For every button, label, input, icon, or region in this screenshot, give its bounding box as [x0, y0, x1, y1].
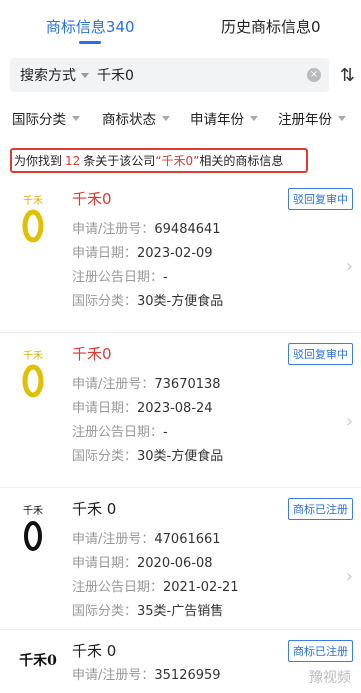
trademark-details: 申请/注册号：73670138 申请日期：2023-08-24 注册公告日期：-… — [72, 373, 223, 469]
intl-class: 30类-方便食品 — [137, 449, 224, 464]
reg-label: 申请/注册号： — [72, 222, 155, 237]
banner-keyword: “千禾0” — [155, 154, 200, 168]
chevron-down-icon — [162, 115, 170, 121]
status-badge: 驳回复审中 — [288, 188, 353, 210]
app-date: 2023-02-09 — [137, 246, 213, 261]
trademark-logo: 千禾 — [8, 190, 58, 246]
reg-number: 73670138 — [154, 377, 221, 392]
class-label: 国际分类： — [72, 294, 138, 309]
trademark-details: 申请/注册号：35126959 — [72, 664, 221, 688]
pub-date: - — [163, 270, 168, 285]
trademark-name: 千禾 0 — [72, 642, 117, 660]
reg-number: 47061661 — [154, 532, 221, 547]
filter-bar: 国际分类 商标状态 申请年份 注册年份 — [0, 100, 361, 136]
trademark-name: 千禾0 — [72, 190, 112, 208]
app-date: 2023-08-24 — [137, 401, 213, 416]
search-row: 搜索方式 千禾0 × ⇅ — [10, 56, 355, 94]
trademark-details: 申请/注册号：47061661 申请日期：2020-06-08 注册公告日期：2… — [72, 528, 239, 624]
trademark-logo: 千禾0 — [8, 650, 68, 693]
clear-icon[interactable]: × — [307, 68, 321, 82]
pub-date-label: 注册公告日期： — [72, 270, 164, 285]
search-input[interactable]: 搜索方式 千禾0 × — [10, 58, 329, 92]
chevron-down-icon — [250, 115, 258, 121]
chevron-right-icon: › — [345, 566, 353, 587]
svg-text:千禾: 千禾 — [23, 350, 43, 362]
chevron-down-icon — [338, 115, 346, 121]
tab-label: 历史商标信息0 — [220, 17, 321, 36]
filter-international-class[interactable]: 国际分类 — [12, 108, 80, 128]
search-value: 千禾0 — [97, 68, 134, 84]
svg-text:千禾: 千禾 — [23, 195, 43, 207]
trademark-card[interactable]: 千禾 千禾0 驳回复审中 申请/注册号：73670138 申请日期：2023-0… — [0, 333, 361, 488]
chevron-right-icon: › — [345, 411, 353, 432]
reg-number: 35126959 — [154, 668, 221, 683]
intl-class: 35类-广告销售 — [137, 604, 224, 619]
trademark-logo: 千禾 — [8, 500, 58, 556]
filter-label: 申请年份 — [190, 112, 244, 128]
trademark-card[interactable]: 千禾 千禾0 驳回复审中 申请/注册号：69484641 申请日期：2023-0… — [0, 178, 361, 333]
banner-prefix: 为你找到 — [14, 154, 63, 168]
pub-date-label: 注册公告日期： — [72, 580, 164, 595]
logo-text: 千禾0 — [19, 653, 57, 669]
trademark-name: 千禾 0 — [72, 500, 117, 518]
chevron-down-icon — [72, 115, 80, 121]
reg-label: 申请/注册号： — [72, 532, 155, 547]
sort-icon[interactable]: ⇅ — [329, 65, 355, 86]
result-count-banner: 为你找到 12 条关于该公司 “千禾0” 相关的商标信息 — [10, 148, 308, 173]
filter-label: 国际分类 — [12, 112, 66, 128]
tab-label: 商标信息340 — [45, 17, 135, 36]
result-count: 12 — [65, 153, 81, 168]
watermark-logo: 豫视频 — [309, 670, 351, 686]
tab-history-trademark-info[interactable]: 历史商标信息0 — [181, 0, 361, 52]
class-label: 国际分类： — [72, 449, 138, 464]
filter-application-year[interactable]: 申请年份 — [190, 108, 258, 128]
app-date-label: 申请日期： — [72, 246, 138, 261]
chevron-right-icon: › — [345, 256, 353, 277]
app-date-label: 申请日期： — [72, 401, 138, 416]
app-date-label: 申请日期： — [72, 556, 138, 571]
filter-registration-year[interactable]: 注册年份 — [278, 108, 346, 128]
pub-date: - — [163, 425, 168, 440]
banner-suffix: 相关的商标信息 — [199, 154, 284, 168]
search-mode-dropdown[interactable]: 搜索方式 — [20, 65, 97, 85]
active-tab-indicator — [79, 41, 102, 44]
trademark-card[interactable]: 千禾0 千禾 0 商标已注册 申请/注册号：35126959 — [0, 630, 361, 693]
filter-label: 商标状态 — [102, 112, 156, 128]
reg-number: 69484641 — [154, 222, 221, 237]
tab-trademark-info[interactable]: 商标信息340 — [0, 0, 181, 52]
status-badge: 驳回复审中 — [288, 343, 353, 365]
filter-trademark-status[interactable]: 商标状态 — [102, 108, 170, 128]
trademark-card[interactable]: 千禾 千禾 0 商标已注册 申请/注册号：47061661 申请日期：2020-… — [0, 488, 361, 630]
chevron-down-icon — [81, 72, 89, 78]
search-mode-label: 搜索方式 — [20, 68, 76, 84]
intl-class: 30类-方便食品 — [137, 294, 224, 309]
pub-date-label: 注册公告日期： — [72, 425, 164, 440]
status-badge: 商标已注册 — [288, 498, 353, 520]
reg-label: 申请/注册号： — [72, 377, 155, 392]
pub-date: 2021-02-21 — [163, 580, 239, 595]
tab-bar: 商标信息340 历史商标信息0 — [0, 0, 361, 52]
app-date: 2020-06-08 — [137, 556, 213, 571]
class-label: 国际分类： — [72, 604, 138, 619]
trademark-logo: 千禾 — [8, 345, 58, 401]
filter-label: 注册年份 — [278, 112, 332, 128]
svg-text:千禾: 千禾 — [23, 505, 43, 517]
banner-mid: 条关于该公司 — [83, 154, 156, 168]
status-badge: 商标已注册 — [288, 640, 353, 662]
reg-label: 申请/注册号： — [72, 668, 155, 683]
trademark-details: 申请/注册号：69484641 申请日期：2023-02-09 注册公告日期：-… — [72, 218, 223, 314]
trademark-name: 千禾0 — [72, 345, 112, 363]
